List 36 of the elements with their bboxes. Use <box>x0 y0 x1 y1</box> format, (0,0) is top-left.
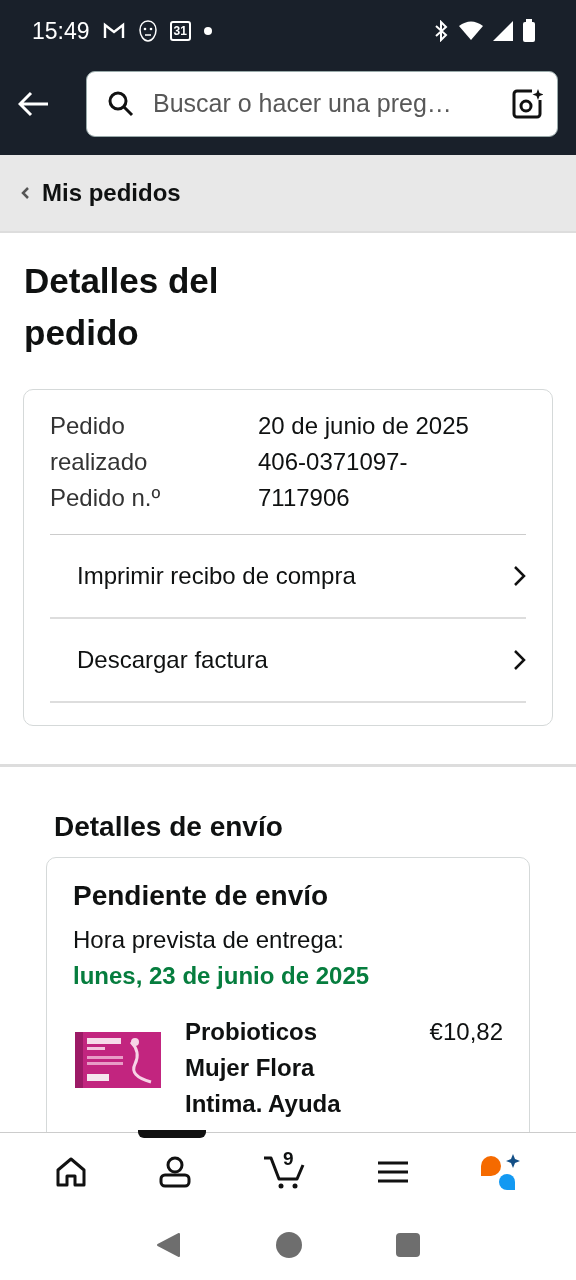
person-icon[interactable] <box>158 1155 193 1188</box>
field-label: Pedido realizado <box>50 411 149 477</box>
chevron-right-icon <box>512 565 526 587</box>
product-price: €10,82 <box>429 1017 503 1047</box>
product-title[interactable]: Probioticos Mujer Flora Intima. Ayuda <box>185 1014 385 1122</box>
chevron-right-icon <box>512 649 526 671</box>
recents-square-icon[interactable] <box>395 1233 420 1257</box>
page-title: Detalles del pedido <box>24 260 220 354</box>
field-label: Pedido n.º <box>50 483 162 513</box>
camera-icon[interactable] <box>511 87 543 120</box>
delivery-label: Hora prevista de entrega: <box>73 926 345 954</box>
menu-row[interactable]: Imprimir recibo de compra <box>50 535 526 619</box>
home-icon[interactable] <box>55 1156 88 1187</box>
section-heading: Detalles de envío <box>54 811 284 843</box>
calendar-icon: 31 <box>169 21 191 41</box>
mail-icon <box>101 21 126 41</box>
clock: 15:49 <box>32 17 90 45</box>
dot-icon <box>202 26 213 36</box>
field-value: 20 de junio de 2025 <box>258 411 470 441</box>
chevron-left-icon <box>20 186 30 200</box>
wifi-icon <box>458 21 484 41</box>
menu-icon[interactable] <box>377 1159 408 1184</box>
search-icon <box>107 89 135 118</box>
back-triangle-icon[interactable] <box>156 1232 183 1258</box>
chat-bubbles-icon[interactable] <box>478 1153 521 1190</box>
signal-icon <box>492 20 514 42</box>
back-arrow-icon[interactable] <box>18 90 50 117</box>
menu-row[interactable]: Descargar factura <box>50 619 526 703</box>
shipment-status: Pendiente de envío <box>73 880 330 912</box>
scroll-indicator <box>138 1130 206 1138</box>
field-value: 406-0371097-7117906 <box>258 447 409 513</box>
search-bar[interactable]: Buscar o hacer una preg… <box>86 70 558 137</box>
home-circle-icon[interactable] <box>275 1231 303 1259</box>
breadcrumb-link[interactable]: Mis pedidos <box>20 179 181 207</box>
battery-icon <box>522 19 536 43</box>
delivery-date: lunes, 23 de junio de 2025 <box>73 962 371 990</box>
